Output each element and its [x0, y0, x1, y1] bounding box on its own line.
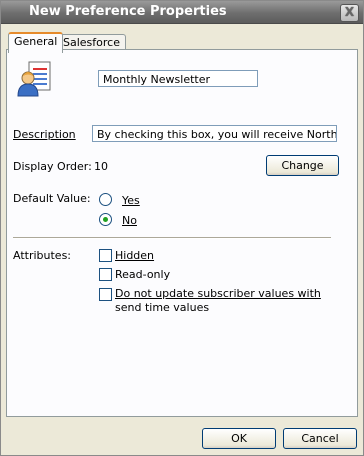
cancel-button-label: Cancel	[301, 432, 339, 445]
window-title: New Preference Properties	[29, 4, 227, 19]
tab-salesforce-label: Salesforce	[63, 36, 120, 49]
default-yes-label[interactable]: Yes	[122, 194, 140, 208]
do-not-update-checkbox[interactable]	[99, 288, 112, 301]
preference-icon	[17, 61, 51, 97]
read-only-label[interactable]: Read-only	[115, 268, 170, 282]
radio-selected-dot	[103, 217, 108, 222]
default-no-radio[interactable]	[99, 213, 112, 226]
default-yes-radio[interactable]	[99, 193, 112, 206]
description-input[interactable]: By checking this box, you will receive N…	[92, 125, 337, 142]
description-label: Description	[13, 128, 76, 141]
change-button[interactable]: Change	[266, 155, 339, 176]
separator	[13, 237, 331, 239]
do-not-update-label[interactable]: Do not update subscriber values with	[115, 287, 321, 301]
general-tab-panel: Monthly Newsletter Description By checki…	[6, 49, 358, 417]
display-order-value: 10	[94, 160, 108, 173]
close-button[interactable]: X	[340, 4, 359, 22]
close-icon: X	[344, 5, 355, 19]
attributes-label: Attributes:	[13, 249, 72, 262]
default-value-label: Default Value:	[13, 192, 91, 205]
default-no-label[interactable]: No	[122, 214, 137, 228]
tab-general[interactable]: General	[8, 32, 64, 53]
title-bar[interactable]: New Preference Properties X	[1, 1, 363, 24]
cancel-button[interactable]: Cancel	[283, 428, 357, 449]
name-input[interactable]: Monthly Newsletter	[98, 70, 258, 87]
do-not-update-label-line2[interactable]: send time values	[115, 301, 209, 315]
ok-button[interactable]: OK	[202, 428, 276, 449]
tab-general-label: General	[14, 35, 58, 48]
ok-button-label: OK	[231, 432, 247, 445]
dialog-window: New Preference Properties X General Sale…	[0, 0, 364, 456]
change-button-label: Change	[281, 159, 324, 172]
hidden-checkbox[interactable]	[99, 249, 112, 262]
hidden-label[interactable]: Hidden	[115, 249, 154, 263]
display-order-label: Display Order:	[13, 160, 92, 173]
read-only-checkbox[interactable]	[99, 268, 112, 281]
